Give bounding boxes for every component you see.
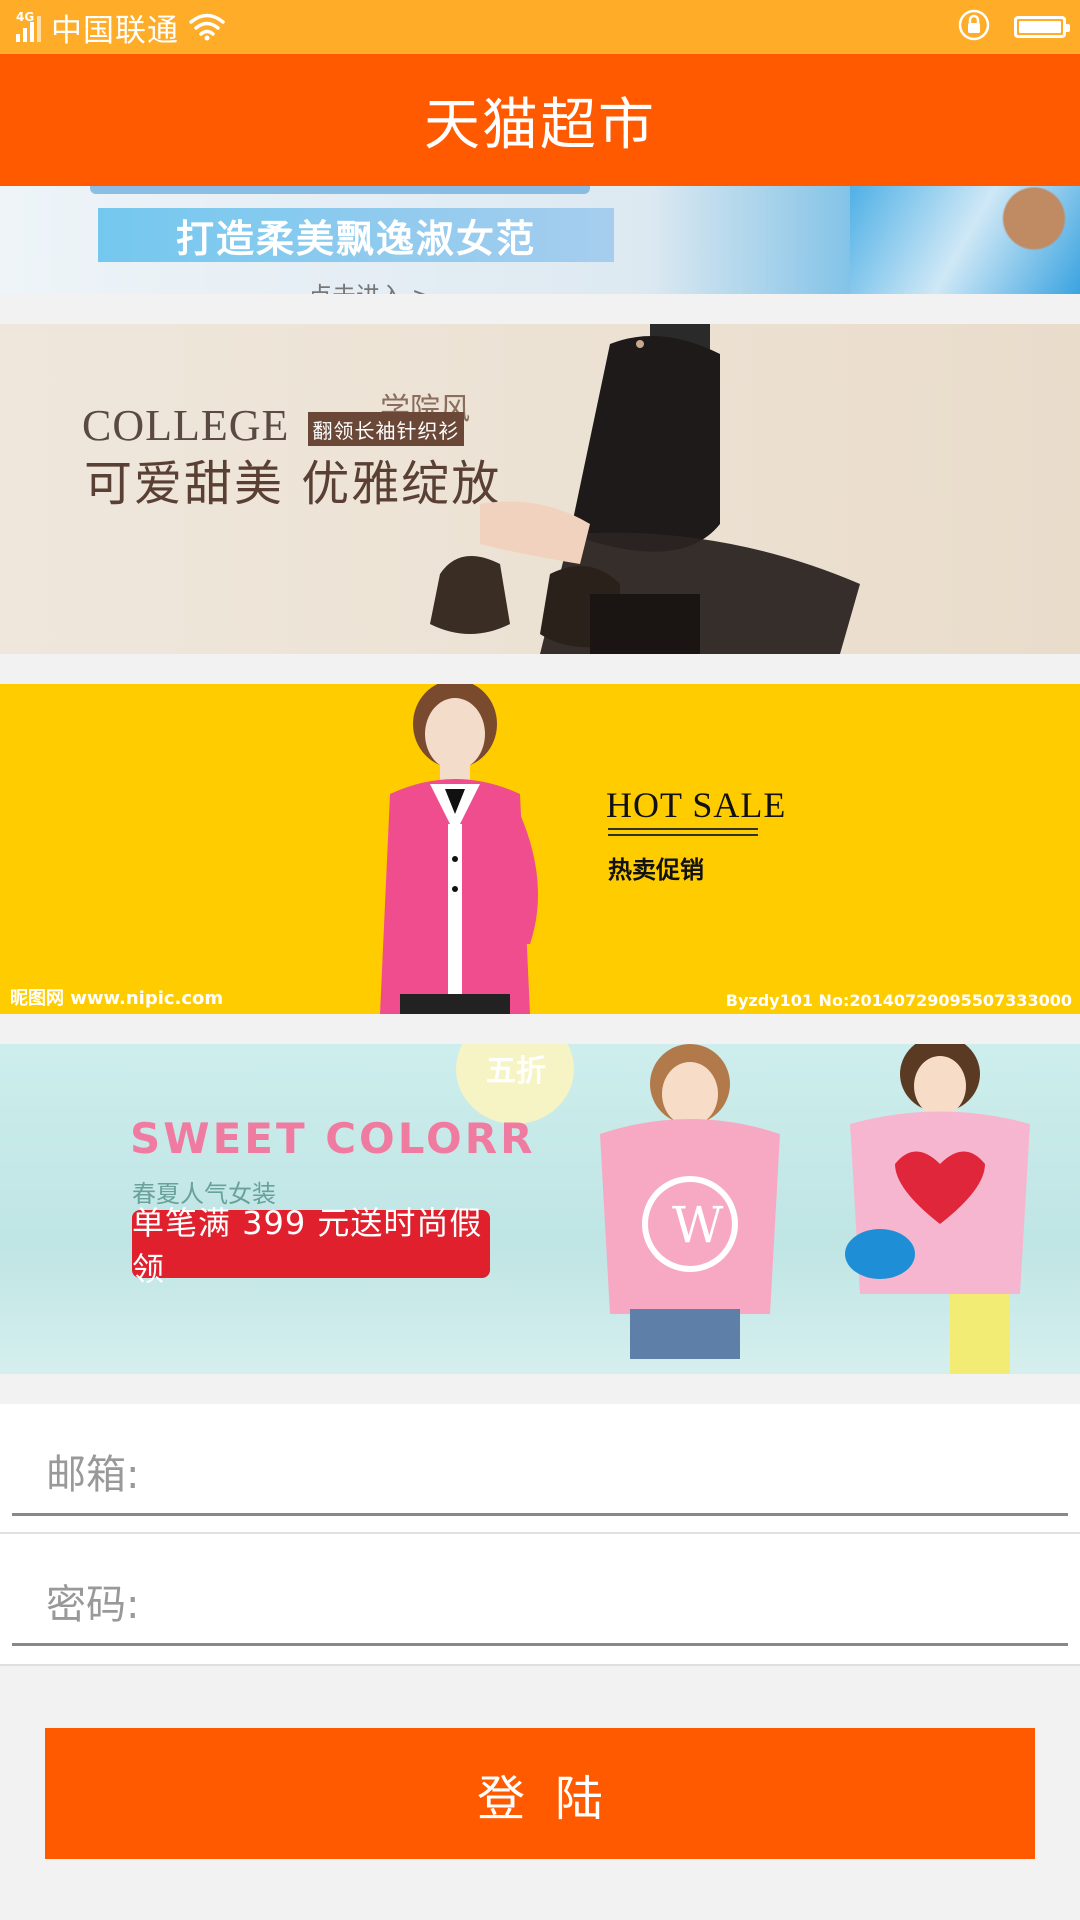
banner-model-image [380,684,538,1014]
network-type: 4G [16,10,35,24]
banner-hot-sale[interactable]: HOT SALE 热卖促销 昵图网 www.nipic.com Byzdy101… [0,684,1080,1014]
svg-text:W: W [672,1196,724,1254]
password-field[interactable] [12,1558,1068,1646]
watermark-left: 昵图网 www.nipic.com [10,988,224,1009]
banner-decoration [90,186,590,194]
rotation-lock-icon [956,7,992,47]
banner-ladylike[interactable]: 打造柔美飘逸淑女范 点击进入 > [0,186,1080,294]
promo-label: 单笔满 399 元送时尚假领 [132,1204,483,1288]
banner-title: HOT SALE [606,785,787,825]
banner-ribbon: 打造柔美飘逸淑女范 [98,208,614,262]
banner-enter-link[interactable]: 点击进入 > [308,276,432,294]
app-header: 天猫超市 [0,54,1080,186]
banner-model-image [430,324,860,654]
password-label: 密码: [46,1582,140,1628]
signal-icon: 4G [16,10,41,42]
banner-title: SWEET COLORR [130,1114,536,1163]
banner-model-image [850,186,1080,294]
banner-slogan: 打造柔美飘逸淑女范 [175,216,536,261]
banner-fine-print [608,828,758,842]
status-bar: 4G 中国联通 [0,0,1080,54]
banner-subtitle: 热卖促销 [608,856,704,884]
email-field[interactable] [12,1428,1068,1516]
banner-model-image: W [600,1044,1030,1374]
banner-badge: 五折 [486,1054,546,1089]
battery-icon [1014,16,1070,38]
carrier-name: 中国联通 [51,12,179,49]
login-button[interactable]: 登陆 [45,1728,1035,1859]
watermark-right: Byzdy101 No:20140729095507333000 [725,991,1072,1010]
banner-college[interactable]: 学院风 COLLEGE 翻领长袖针织衫 可爱甜美 优雅绽放 [0,324,1080,654]
banner-sweet-color[interactable]: 五折 SWEET COLORR 春夏人气女装 单笔满 399 元送时尚假领 W [0,1044,1080,1374]
screen: 4G 中国联通 天猫超市 打造柔美飘逸淑女范 学院风 COLLEGE 翻领长袖针… [0,0,1080,1920]
page-title: 天猫超市 [424,92,656,158]
email-row: 邮箱: [0,1404,1080,1534]
password-row: 密码: [0,1534,1080,1666]
promo-button[interactable]: 单笔满 399 元送时尚假领 [132,1204,490,1288]
status-right [956,7,1070,47]
status-left: 4G 中国联通 [16,5,225,50]
wifi-icon [189,13,225,41]
email-label: 邮箱: [46,1452,140,1498]
